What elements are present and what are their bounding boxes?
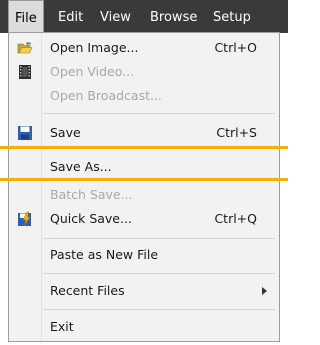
menu-item-label: Exit [50, 319, 74, 334]
menu-browse[interactable]: Browse [144, 0, 203, 33]
menu-separator [43, 273, 275, 274]
film-icon [17, 64, 33, 80]
menu-item-shortcut: Ctrl+O [214, 40, 257, 55]
menu-item-shortcut: Ctrl+S [216, 125, 257, 140]
menu-item-open-broadcast[interactable]: Open Broadcast... [9, 84, 279, 108]
menu-item-recent-files[interactable]: Recent Files [9, 279, 279, 303]
file-menu-dropdown: Open Image... Ctrl+O Open Video... Open … [8, 32, 280, 342]
menu-file[interactable]: File [8, 0, 44, 33]
open-folder-icon [17, 40, 33, 56]
menu-separator [43, 309, 275, 310]
menu-item-label: Recent Files [50, 283, 125, 298]
menu-item-paste-as-new-file[interactable]: Paste as New File [9, 243, 279, 267]
menu-edit[interactable]: Edit [52, 0, 89, 33]
menu-item-label: Open Video... [50, 64, 135, 79]
menu-item-label: Quick Save... [50, 211, 132, 226]
menu-item-label: Batch Save... [50, 187, 133, 202]
menu-item-open-image[interactable]: Open Image... Ctrl+O [9, 36, 279, 60]
menu-item-shortcut: Ctrl+Q [214, 211, 257, 226]
menu-view[interactable]: View [94, 0, 137, 33]
menu-item-exit[interactable]: Exit [9, 315, 279, 339]
left-edge [0, 33, 8, 345]
menu-item-label: Open Broadcast... [50, 88, 162, 103]
menu-item-batch-save[interactable]: Batch Save... [9, 183, 279, 207]
menu-item-save[interactable]: Save Ctrl+S [9, 121, 279, 145]
menu-item-save-as[interactable]: Save As... [9, 155, 279, 179]
menu-item-label: Save As... [50, 159, 112, 174]
menu-separator [43, 113, 275, 114]
highlight-line-top [0, 146, 288, 149]
highlight-line-bottom [0, 178, 288, 181]
submenu-arrow-icon [262, 287, 267, 295]
quick-save-icon [17, 211, 33, 227]
menu-item-open-video[interactable]: Open Video... [9, 60, 279, 84]
menu-item-quick-save[interactable]: Quick Save... Ctrl+Q [9, 207, 279, 231]
menu-item-label: Save [50, 125, 81, 140]
menu-setup[interactable]: Setup [207, 0, 257, 33]
menu-item-label: Open Image... [50, 40, 139, 55]
menu-item-label: Paste as New File [50, 247, 159, 262]
menu-separator [43, 238, 275, 239]
menu-bar: File Edit View Browse Setup [0, 0, 288, 33]
floppy-disk-icon [17, 125, 33, 141]
